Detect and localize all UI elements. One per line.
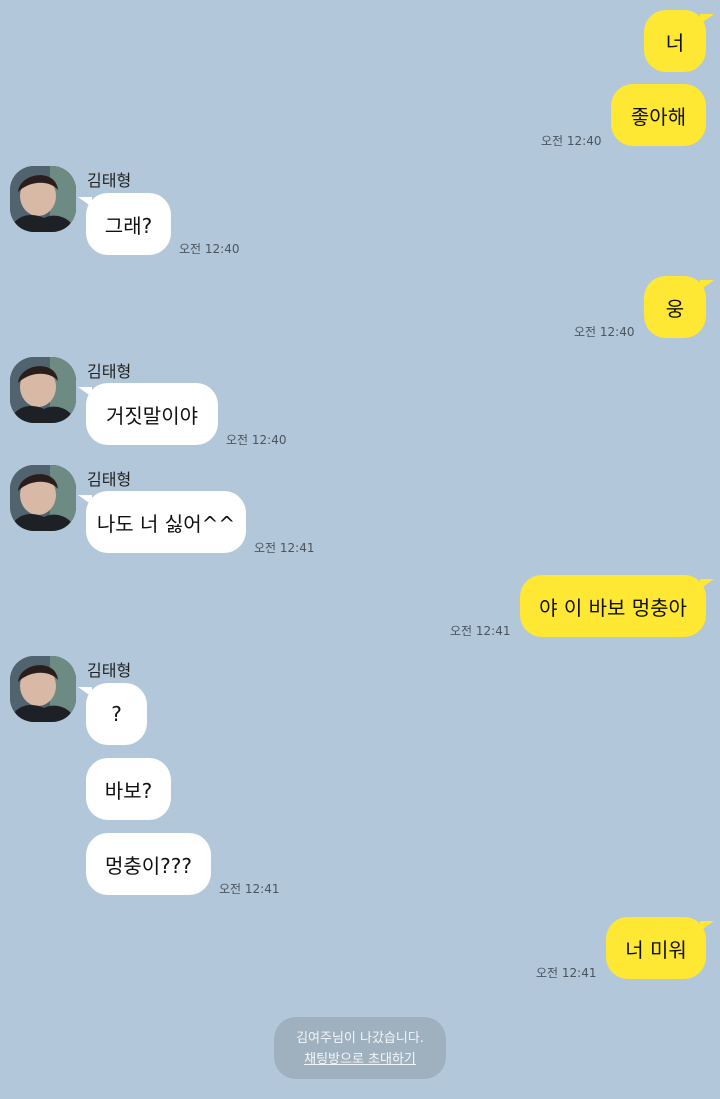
message-bubble-theirs[interactable]: 바보? xyxy=(86,758,171,820)
avatar[interactable] xyxy=(10,166,76,232)
message-time: 오전 12:40 xyxy=(226,433,287,447)
profile-photo xyxy=(10,465,76,531)
message-time: 오전 12:41 xyxy=(219,882,280,896)
message-bubble-mine[interactable]: 좋아해 xyxy=(611,84,706,146)
chat-area[interactable]: 너 좋아해 오전 12:40 김태형 그래? 오전 12:40 웅 오전 12:… xyxy=(0,0,720,1099)
message-bubble-mine[interactable]: 웅 xyxy=(644,276,714,338)
message-text: 너 xyxy=(665,30,685,55)
message-time: 오전 12:40 xyxy=(541,134,602,148)
sender-name: 김태형 xyxy=(87,362,132,381)
message-text: 나도 너 싫어^^ xyxy=(96,511,236,536)
message-time: 오전 12:41 xyxy=(254,541,315,555)
message-bubble-theirs[interactable]: 멍충이??? xyxy=(86,833,211,895)
message-bubble-mine[interactable]: 너 xyxy=(644,10,714,72)
profile-photo xyxy=(10,357,76,423)
message-time: 오전 12:40 xyxy=(179,242,240,256)
message-bubble-mine[interactable]: 너 미워 xyxy=(606,917,714,979)
message-text: 그래? xyxy=(104,213,153,238)
invite-link[interactable]: 채팅방으로 초대하기 xyxy=(274,1049,446,1070)
profile-photo xyxy=(10,166,76,232)
message-text: ? xyxy=(111,702,122,726)
sender-name: 김태형 xyxy=(87,661,132,680)
sender-name: 김태형 xyxy=(87,470,132,489)
notice-text: 김여주님이 나갔습니다. xyxy=(296,1031,424,1046)
message-text: 멍충이??? xyxy=(104,853,193,878)
message-text: 거짓말이야 xyxy=(106,403,198,428)
message-time: 오전 12:40 xyxy=(574,325,635,339)
message-bubble-theirs[interactable]: 나도 너 싫어^^ xyxy=(78,491,246,553)
message-time: 오전 12:41 xyxy=(536,966,597,980)
message-bubble-theirs[interactable]: 거짓말이야 xyxy=(78,383,218,445)
message-bubble-theirs[interactable]: 그래? xyxy=(78,193,171,255)
sender-name: 김태형 xyxy=(87,171,132,190)
avatar[interactable] xyxy=(10,357,76,423)
system-notice: 김여주님이 나갔습니다. 채팅방으로 초대하기 xyxy=(274,1017,446,1079)
message-text: 야 이 바보 멍충아 xyxy=(539,595,687,620)
message-bubble-mine[interactable]: 야 이 바보 멍충아 xyxy=(520,575,714,637)
message-text: 바보? xyxy=(104,778,153,803)
message-text: 좋아해 xyxy=(630,104,687,129)
message-text: 웅 xyxy=(665,296,685,321)
avatar[interactable] xyxy=(10,656,76,722)
message-time: 오전 12:41 xyxy=(450,624,511,638)
message-bubble-theirs[interactable]: ? xyxy=(78,683,147,745)
avatar[interactable] xyxy=(10,465,76,531)
profile-photo xyxy=(10,656,76,722)
message-text: 너 미워 xyxy=(625,937,687,962)
